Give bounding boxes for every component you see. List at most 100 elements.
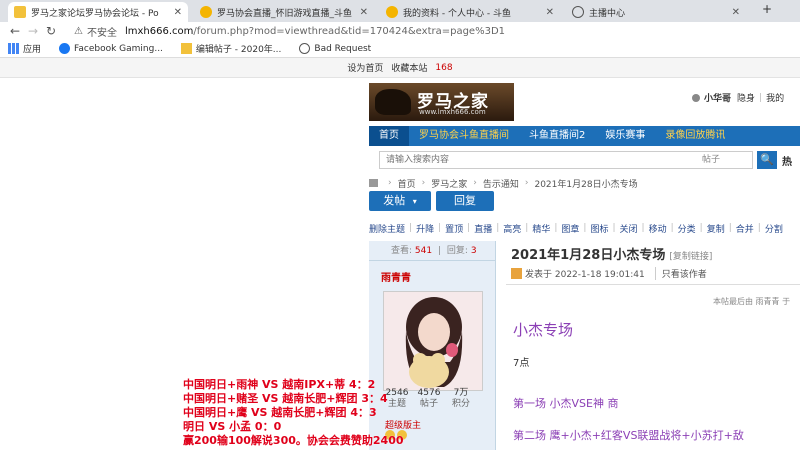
bookmark-bad-request[interactable]: Bad Request	[299, 43, 371, 54]
mod-stamp[interactable]: 图章	[561, 222, 579, 235]
mod-move[interactable]: 移动	[649, 222, 667, 235]
separator: |	[759, 92, 763, 103]
mod-bump[interactable]: 升降	[416, 222, 434, 235]
avatar[interactable]	[383, 291, 483, 391]
bookmark-facebook-gaming[interactable]: Facebook Gaming...	[59, 43, 163, 54]
nav-home[interactable]: 首页	[369, 126, 409, 146]
separator: |	[409, 223, 413, 233]
mod-delete[interactable]: 删除主题	[369, 222, 405, 235]
bookmark-edit-post[interactable]: 编辑帖子 - 2020年...	[180, 42, 282, 55]
site-logo[interactable]: 罗马之家 www.lmxh666.com	[369, 83, 514, 121]
search-button[interactable]: 🔍	[757, 151, 777, 169]
separator: |	[554, 223, 558, 233]
breadcrumb-forum[interactable]: 罗马之家	[431, 177, 467, 190]
my-menu[interactable]: 我的	[766, 91, 784, 104]
back-icon[interactable]: ←	[6, 24, 24, 38]
post-line-1: 第一场 小杰VSE神 商	[513, 397, 619, 410]
stat-value: 7万	[453, 388, 469, 398]
tab-label: 罗马协会直播_怀旧游戏直播_斗鱼	[217, 8, 353, 19]
url-field[interactable]: ⚠ 不安全 lmxh666.com /forum.php?mod=viewthr…	[74, 24, 505, 39]
browser-tab-4[interactable]: 主播中心 ✕	[566, 2, 746, 22]
apps-grid-icon	[8, 43, 19, 54]
mod-merge[interactable]: 合并	[736, 222, 754, 235]
post-paragraph: 7点	[513, 358, 530, 369]
bookmark-label: Bad Request	[314, 43, 372, 54]
logo-subtitle: www.lmxh666.com	[419, 108, 486, 116]
post-meta: 发表于 2022-1-18 19:01:41 只看该作者	[511, 267, 707, 280]
breadcrumb-sep: ›	[473, 178, 477, 188]
copy-link[interactable]: [复制链接]	[669, 252, 712, 262]
avatar-image	[384, 292, 482, 390]
post-line-2: 第二场 鹰+小杰+红客VS联盟战将+小苏打+敌	[513, 429, 744, 442]
url-host: lmxh666.com	[124, 25, 194, 37]
breadcrumb-board[interactable]: 告示通知	[483, 177, 519, 190]
browser-tab-strip: 罗马之家论坛罗马协会论坛 - Po ✕ 罗马协会直播_怀旧游戏直播_斗鱼 ✕ 我…	[0, 0, 800, 22]
bookmark-site-link[interactable]: 收藏本站	[391, 61, 427, 74]
close-tab-icon[interactable]: ✕	[360, 7, 368, 18]
overlay-line: 中国明日+赌圣 VS 越南长肥+辉团 3：4	[183, 392, 388, 405]
search-category-select[interactable]: 帖子	[702, 152, 720, 168]
search-input[interactable]	[380, 152, 700, 168]
views-count: 541	[414, 246, 433, 256]
insecure-label: 不安全	[86, 27, 117, 39]
mod-close[interactable]: 关闭	[620, 222, 638, 235]
douyu-favicon-icon	[386, 6, 398, 18]
bookmarks-bar: 应用 Facebook Gaming... 编辑帖子 - 2020年... Ba…	[0, 40, 800, 58]
mod-digest[interactable]: 精华	[532, 222, 550, 235]
new-post-button[interactable]: 发帖 ▾	[369, 191, 431, 211]
bookmark-label: 编辑帖子 - 2020年...	[195, 45, 282, 55]
globe-icon	[299, 43, 311, 54]
user-area: 小华哥 隐身 | 我的	[692, 91, 784, 104]
post-title-text: 2021年1月28日小杰专场	[511, 248, 666, 263]
last-edit-note: 本帖最后由 雨青青 于	[713, 297, 791, 306]
nav-events[interactable]: 娱乐赛事	[595, 126, 655, 146]
close-tab-icon[interactable]: ✕	[174, 7, 182, 18]
view-author-only-link[interactable]: 只看该作者	[654, 267, 707, 280]
stat-label: 积分	[451, 399, 470, 409]
mod-live[interactable]: 直播	[474, 222, 492, 235]
reload-icon[interactable]: ↻	[42, 24, 60, 38]
home-icon[interactable]	[369, 179, 378, 187]
stat-points[interactable]: 7万 积分	[445, 388, 477, 410]
new-tab-button[interactable]: +	[762, 2, 772, 16]
mod-sticky[interactable]: 置顶	[445, 222, 463, 235]
separator: |	[467, 223, 471, 233]
close-tab-icon[interactable]: ✕	[732, 7, 740, 18]
username-link[interactable]: 小华哥	[704, 91, 731, 104]
browser-tab-3[interactable]: 我的资料 - 个人中心 - 斗鱼 ✕	[380, 2, 560, 22]
nav-douyu-room[interactable]: 罗马协会斗鱼直播间	[409, 126, 519, 146]
browser-tab-1[interactable]: 罗马之家论坛罗马协会论坛 - Po ✕	[8, 2, 188, 22]
separator: |	[496, 223, 500, 233]
separator: |	[699, 223, 703, 233]
tab-label: 主播中心	[589, 8, 626, 19]
overlay-line: 明日 VS 小孟 0：0	[183, 420, 282, 433]
mod-split[interactable]: 分割	[765, 222, 783, 235]
horseman-logo-icon	[375, 89, 411, 115]
close-tab-icon[interactable]: ✕	[546, 7, 554, 18]
nav-replay[interactable]: 录像回放腾讯	[655, 126, 735, 146]
online-count: 168	[435, 62, 453, 73]
thread-stats: 查看: 541 | 回复: 3	[369, 241, 495, 261]
reply-button[interactable]: 回复	[436, 191, 494, 211]
bookmark-apps[interactable]: 应用	[8, 42, 41, 55]
chevron-down-icon: ▾	[412, 197, 417, 206]
set-home-link[interactable]: 设为首页	[347, 61, 383, 74]
forward-icon[interactable]: →	[24, 24, 42, 38]
separator: |	[525, 223, 529, 233]
mod-category[interactable]: 分类	[678, 222, 696, 235]
post-title: 2021年1月28日小杰专场 [复制链接]	[511, 244, 712, 263]
mod-icon[interactable]: 图标	[590, 222, 608, 235]
browser-tab-2[interactable]: 罗马协会直播_怀旧游戏直播_斗鱼 ✕	[194, 2, 374, 22]
overlay-line: 中国明日+鹰 VS 越南长肥+辉团 4：3	[183, 406, 377, 419]
mod-highlight[interactable]: 高亮	[503, 222, 521, 235]
author-online-icon	[511, 268, 522, 279]
breadcrumb-home[interactable]: 首页	[398, 177, 416, 190]
separator: |	[612, 223, 616, 233]
hide-toggle[interactable]: 隐身	[737, 91, 755, 104]
web-page: 设为首页 收藏本站 168 罗马之家 www.lmxh666.com 小华哥 隐…	[0, 58, 800, 450]
nav-douyu-room-2[interactable]: 斗鱼直播间2	[519, 126, 595, 146]
mod-copy[interactable]: 复制	[707, 222, 725, 235]
divider	[506, 284, 800, 285]
author-name[interactable]: 雨青青	[381, 269, 411, 284]
stat-posts[interactable]: 4576 帖子	[413, 388, 445, 410]
